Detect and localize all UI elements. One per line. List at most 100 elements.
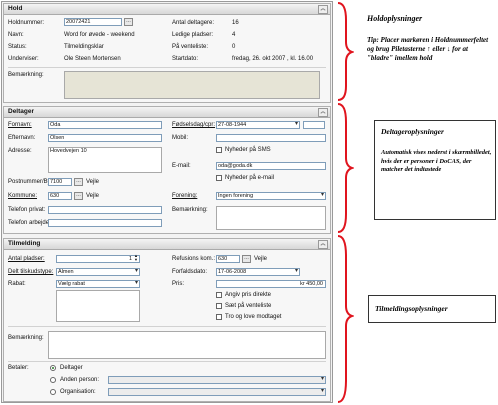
betaler-label: Betaler: — [8, 365, 29, 371]
refusions-by-value: Vejle — [254, 256, 268, 262]
spinner-arrows-icon[interactable]: ▲ ▼ — [134, 254, 138, 262]
hold-section-header[interactable]: Hold ︽ — [4, 4, 330, 15]
fornavn-label: Fornavn: — [8, 122, 32, 128]
ledige-pladser-label: Ledige pladser: — [172, 32, 214, 38]
betaler-deltager-label: Deltager — [60, 365, 83, 371]
by-value: Vejle — [86, 179, 100, 185]
collapse-icon[interactable]: ︽ — [318, 5, 328, 14]
annotation-braces — [337, 2, 354, 403]
forening-label: Forening: — [172, 193, 198, 199]
tilmelding-section: Tilmelding ︽ Antal pladser: 1 ▲ ▼ Delt ti… — [3, 238, 331, 402]
tilmelding-section-header[interactable]: Tilmelding ︽ — [4, 239, 330, 250]
email-input[interactable]: oda@goda.dk — [216, 162, 326, 170]
saet-venteliste-label: Sæt på venteliste — [225, 303, 272, 309]
divider — [8, 67, 326, 68]
divider — [8, 361, 326, 362]
registration-form: Hold ︽ Holdnummer: 20072421 … Navn: Word… — [1, 1, 333, 403]
antal-pladser-label: Antal pladser: — [8, 256, 45, 262]
telefon-arbejde-label: Telefon arbejde: — [8, 220, 51, 226]
telefon-privat-input[interactable] — [48, 206, 162, 214]
kommune-lookup-button[interactable]: … — [74, 192, 83, 200]
organisation-select — [108, 388, 326, 396]
deltager-section-header[interactable]: Deltager ︽ — [4, 107, 330, 118]
forfaldsdato-datepicker[interactable]: 17-06-2008 — [216, 268, 300, 276]
navn-label: Navn: — [8, 32, 24, 38]
navn-value: Word for øvede - weekend — [64, 32, 135, 38]
hold-brace — [337, 2, 354, 101]
tro-og-love-label: Tro og love modtaget — [225, 314, 282, 320]
deltager-bemaerkning-label: Bemærkning: — [172, 207, 208, 213]
rabat-list — [56, 290, 140, 322]
tilmelding-section-title: Tilmelding — [8, 240, 41, 247]
kommune-by-value: Vejle — [86, 193, 100, 199]
kommune-input[interactable]: 630 — [48, 192, 72, 200]
holdnummer-input[interactable]: 20072421 — [64, 18, 122, 26]
hold-section: Hold ︽ Holdnummer: 20072421 … Navn: Word… — [3, 3, 331, 103]
nyheder-email-label: Nyheder på e-mail — [225, 175, 275, 181]
tilmelding-annotation-box: Tilmeldingsoplysninger — [368, 295, 496, 323]
delt-tilskud-label: Delt tilskudstype: — [8, 269, 54, 275]
adresse-label: Adresse: — [8, 148, 32, 154]
antal-pladser-stepper[interactable]: 1 — [56, 255, 140, 263]
saet-venteliste-checkbox[interactable] — [216, 303, 222, 309]
mobil-label: Mobil: — [172, 135, 189, 141]
paa-venteliste-value: 0 — [232, 44, 236, 50]
adresse-textarea[interactable]: Hovedvejen 10 — [48, 147, 162, 173]
holdoplysninger-tip: Tip: Placer markøren i Holdnummerfeltet … — [367, 36, 489, 62]
refusions-input[interactable]: 630 — [216, 255, 240, 263]
mobil-input[interactable] — [216, 134, 326, 142]
nyheder-sms-checkbox[interactable] — [216, 147, 222, 153]
postnummer-label: Postnummer/By: — [8, 179, 53, 185]
deltageroplysninger-text: Automatisk vises nederst i skærmbilledet… — [381, 149, 492, 173]
holdnummer-lookup-button[interactable]: … — [124, 18, 133, 26]
efternavn-label: Efternavn: — [8, 135, 36, 141]
ledige-pladser-value: 4 — [232, 32, 236, 38]
betaler-organisation-radio[interactable] — [50, 389, 56, 395]
betaler-anden-person-label: Anden person: — [60, 377, 100, 383]
fornavn-input[interactable]: Oda — [48, 121, 162, 129]
betaler-deltager-radio[interactable] — [50, 365, 56, 371]
antal-deltagere-value: 16 — [232, 20, 239, 26]
foedselsdag-label: Fødselsdag/cpr: — [172, 122, 216, 128]
pris-label: Pris: — [172, 281, 184, 287]
deltager-annotation-box: Deltageroplysninger Automatisk vises ned… — [374, 120, 496, 220]
tilmeldingsoplysninger-heading: Tilmeldingsoplysninger — [375, 304, 448, 313]
foedselsdag-datepicker[interactable]: 27-08-1944 — [216, 121, 300, 129]
betaler-anden-person-radio[interactable] — [50, 377, 56, 383]
kommune-label: Kommune: — [8, 193, 38, 199]
telefon-arbejde-input[interactable] — [48, 219, 162, 227]
email-label: E-mail: — [172, 163, 191, 169]
deltager-bemaerkning-textarea[interactable] — [216, 206, 326, 230]
delt-tilskud-select[interactable]: Almen — [56, 268, 140, 276]
collapse-icon[interactable]: ︽ — [318, 240, 328, 249]
tro-og-love-checkbox[interactable] — [216, 314, 222, 320]
tilmelding-bemaerkning-textarea[interactable] — [48, 331, 326, 359]
deltager-section-title: Deltager — [8, 108, 35, 115]
underviser-label: Underviser: — [8, 56, 39, 62]
refusions-lookup-button[interactable]: … — [242, 255, 251, 263]
tilmelding-brace — [337, 235, 354, 403]
forening-select[interactable]: Ingen forening — [216, 192, 326, 200]
holdoplysninger-heading: Holdoplysninger — [367, 14, 423, 23]
rabat-label: Rabat: — [8, 281, 26, 287]
efternavn-input[interactable]: Olsen — [48, 134, 162, 142]
divider — [8, 326, 326, 327]
startdato-label: Startdato: — [172, 56, 199, 62]
underviser-value: Ole Steen Mortensen — [64, 56, 121, 62]
forfaldsdato-label: Forfaldsdato: — [172, 269, 208, 275]
paa-venteliste-label: På venteliste: — [172, 44, 209, 50]
rabat-select[interactable]: Vælg rabat — [56, 280, 140, 288]
pris-input[interactable]: kr 450,00 — [216, 280, 326, 288]
startdato-value: fredag, 26. okt 2007 , kl. 16.00 — [232, 56, 314, 62]
tilmelding-bemaerkning-label: Bemærkning: — [8, 335, 44, 341]
postnummer-input[interactable]: 7100 — [48, 178, 72, 186]
angiv-pris-checkbox[interactable] — [216, 292, 222, 298]
deltageroplysninger-heading: Deltageroplysninger — [381, 127, 444, 136]
cpr-input[interactable] — [303, 121, 325, 129]
holdnummer-label: Holdnummer: — [8, 20, 45, 26]
angiv-pris-label: Angiv pris direkte — [225, 292, 272, 298]
collapse-icon[interactable]: ︽ — [318, 108, 328, 117]
nyheder-email-checkbox[interactable] — [216, 175, 222, 181]
antal-deltagere-label: Antal deltagere: — [172, 20, 215, 26]
postnummer-lookup-button[interactable]: … — [74, 178, 83, 186]
